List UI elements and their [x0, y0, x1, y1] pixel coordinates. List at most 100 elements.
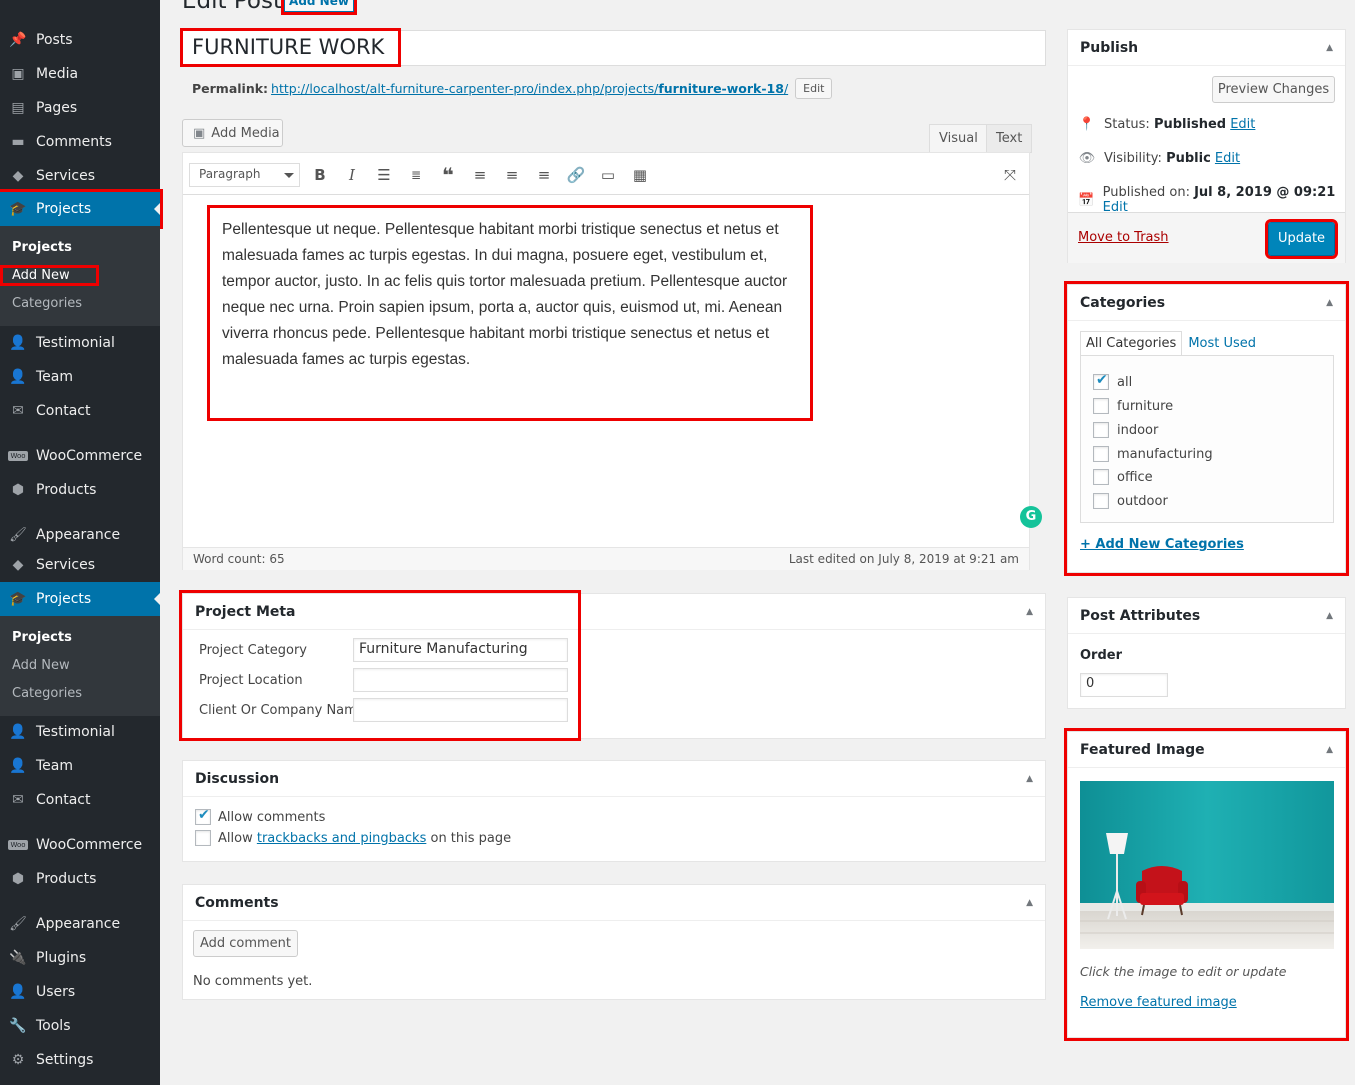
- align-right-icon[interactable]: ≡: [533, 165, 555, 185]
- align-left-icon[interactable]: ≡: [469, 165, 491, 185]
- project-category-input[interactable]: Furniture Manufacturing: [353, 638, 568, 662]
- envelope-icon: ✉: [12, 403, 24, 419]
- bullet-list-icon[interactable]: ☰: [373, 165, 395, 185]
- submenu-categories[interactable]: Categories: [12, 296, 82, 311]
- order-input[interactable]: 0: [1080, 673, 1168, 697]
- publish-actions: Move to Trash Update: [1068, 212, 1345, 263]
- sidebar-item-testimonial-2[interactable]: 👤 Testimonial: [0, 715, 160, 749]
- featured-image-header[interactable]: Featured Image ▲: [1068, 732, 1345, 768]
- add-new-button[interactable]: Add New: [281, 0, 357, 15]
- tab-text[interactable]: Text: [986, 124, 1033, 153]
- sidebar-item-contact[interactable]: ✉ Contact: [0, 394, 160, 428]
- add-media-button[interactable]: ▣ Add Media: [182, 119, 283, 147]
- page-title: Edit Post: [182, 0, 282, 14]
- move-to-trash-link[interactable]: Move to Trash: [1078, 230, 1169, 245]
- sidebar-item-products[interactable]: ⬢ Products: [0, 473, 160, 507]
- category-checkbox[interactable]: [1093, 398, 1109, 414]
- collapse-icon[interactable]: ▲: [1326, 298, 1333, 308]
- post-title-field[interactable]: FURNITURE WORK: [180, 28, 1046, 67]
- sidebar-item-services-2[interactable]: ◆ Services: [0, 548, 160, 582]
- publish-header[interactable]: Publish ▲: [1068, 30, 1345, 66]
- project-category-label: Project Category: [199, 643, 307, 658]
- sidebar-item-projects-2[interactable]: 🎓 Projects: [0, 582, 160, 616]
- add-new-category-link[interactable]: + Add New Categories: [1080, 537, 1244, 552]
- discussion-header[interactable]: Discussion ▲: [183, 761, 1045, 797]
- collapse-icon[interactable]: ▲: [1026, 898, 1033, 908]
- collapse-icon[interactable]: ▲: [1326, 611, 1333, 621]
- pin-icon: 📍: [1078, 117, 1096, 132]
- sidebar-item-projects[interactable]: 🎓 Projects: [0, 189, 163, 229]
- link-icon[interactable]: 🔗: [565, 165, 587, 185]
- categories-header[interactable]: Categories ▲: [1068, 285, 1345, 321]
- sidebar-item-appearance[interactable]: 🖌 Appearance: [0, 518, 160, 552]
- post-title-input[interactable]: FURNITURE WORK: [180, 28, 401, 67]
- sidebar-item-woocommerce[interactable]: Woo WooCommerce: [0, 439, 160, 473]
- woo-icon: Woo: [8, 451, 28, 461]
- status-edit-link[interactable]: Edit: [1230, 117, 1255, 132]
- sidebar-item-tools[interactable]: 🔧 Tools: [0, 1009, 160, 1043]
- collapse-icon[interactable]: ▲: [1026, 607, 1033, 617]
- post-content[interactable]: Pellentesque ut neque. Pellentesque habi…: [207, 205, 813, 421]
- sidebar-item-contact-2[interactable]: ✉ Contact: [0, 783, 160, 817]
- sidebar-item-appearance-2[interactable]: 🖌 Appearance: [0, 907, 160, 941]
- sidebar-item-pages[interactable]: ▤ Pages: [0, 91, 160, 125]
- category-checkbox[interactable]: [1093, 469, 1109, 485]
- bold-icon[interactable]: B: [309, 165, 331, 185]
- featured-image[interactable]: [1080, 781, 1334, 949]
- sidebar-item-testimonial[interactable]: 👤 Testimonial: [0, 326, 160, 360]
- grammarly-icon[interactable]: G: [1020, 506, 1042, 528]
- sidebar-item-woocommerce-2[interactable]: Woo WooCommerce: [0, 828, 160, 862]
- permalink-edit-button[interactable]: Edit: [795, 78, 833, 99]
- toolbar-toggle-icon[interactable]: ▦: [629, 165, 651, 185]
- submenu-projects[interactable]: Projects: [12, 240, 72, 255]
- category-checkbox[interactable]: [1093, 493, 1109, 509]
- submenu-categories-2[interactable]: Categories: [12, 686, 82, 701]
- sidebar-item-comments[interactable]: ▬ Comments: [0, 125, 160, 159]
- submenu-add-new-2[interactable]: Add New: [12, 658, 70, 673]
- trackbacks-link[interactable]: trackbacks and pingbacks: [257, 831, 427, 846]
- italic-icon[interactable]: I: [341, 165, 363, 185]
- visibility-edit-link[interactable]: Edit: [1215, 151, 1240, 166]
- permalink-link[interactable]: http://localhost/alt-furniture-carpenter…: [271, 81, 788, 96]
- update-button[interactable]: Update: [1265, 219, 1338, 259]
- preview-changes-button[interactable]: Preview Changes: [1212, 76, 1335, 103]
- collapse-icon[interactable]: ▲: [1326, 43, 1333, 53]
- tab-all-categories[interactable]: All Categories: [1080, 331, 1183, 356]
- fullscreen-icon[interactable]: ⤧: [999, 165, 1021, 185]
- sidebar-item-posts[interactable]: 📌 Posts: [0, 23, 160, 57]
- read-more-icon[interactable]: ▭: [597, 165, 619, 185]
- collapse-icon[interactable]: ▲: [1026, 774, 1033, 784]
- collapse-icon[interactable]: ▲: [1326, 745, 1333, 755]
- format-select[interactable]: Paragraph: [189, 163, 300, 187]
- allow-trackbacks-checkbox[interactable]: [195, 830, 211, 846]
- submenu-projects-2[interactable]: Projects: [12, 630, 72, 645]
- project-meta-header[interactable]: Project Meta ▲: [183, 594, 1045, 630]
- sidebar-item-services[interactable]: ◆ Services: [0, 159, 160, 193]
- category-tabs: All Categories Most Used: [1080, 331, 1262, 356]
- category-checkbox[interactable]: [1093, 422, 1109, 438]
- align-center-icon[interactable]: ≡: [501, 165, 523, 185]
- sidebar-item-users[interactable]: 👤 Users: [0, 975, 160, 1009]
- tab-visual[interactable]: Visual: [929, 124, 988, 153]
- project-location-input[interactable]: [353, 668, 568, 692]
- blockquote-icon[interactable]: ❝: [437, 163, 459, 187]
- sidebar-item-media[interactable]: ▣ Media: [0, 57, 160, 91]
- comments-header[interactable]: Comments ▲: [183, 885, 1045, 921]
- sidebar-item-settings[interactable]: ⚙ Settings: [0, 1043, 160, 1077]
- tab-most-used[interactable]: Most Used: [1182, 331, 1262, 356]
- category-checkbox[interactable]: [1093, 372, 1109, 390]
- post-attributes-header[interactable]: Post Attributes ▲: [1068, 598, 1345, 634]
- category-checkbox[interactable]: [1093, 446, 1109, 462]
- submenu-add-new[interactable]: Add New: [0, 265, 99, 286]
- add-comment-button[interactable]: Add comment: [193, 930, 298, 957]
- sidebar-item-plugins[interactable]: 🔌 Plugins: [0, 941, 160, 975]
- client-company-input[interactable]: [353, 698, 568, 722]
- sidebar-item-team-2[interactable]: 👤 Team: [0, 749, 160, 783]
- sidebar-item-products-2[interactable]: ⬢ Products: [0, 862, 160, 896]
- project-meta-box: Project Meta ▲ Project Category Furnitur…: [182, 593, 1046, 739]
- remove-featured-image-link[interactable]: Remove featured image: [1080, 995, 1237, 1010]
- woo-icon: Woo: [8, 840, 28, 850]
- numbered-list-icon[interactable]: ≣: [405, 165, 427, 185]
- sidebar-item-team[interactable]: 👤 Team: [0, 360, 160, 394]
- allow-comments-checkbox[interactable]: [195, 807, 211, 825]
